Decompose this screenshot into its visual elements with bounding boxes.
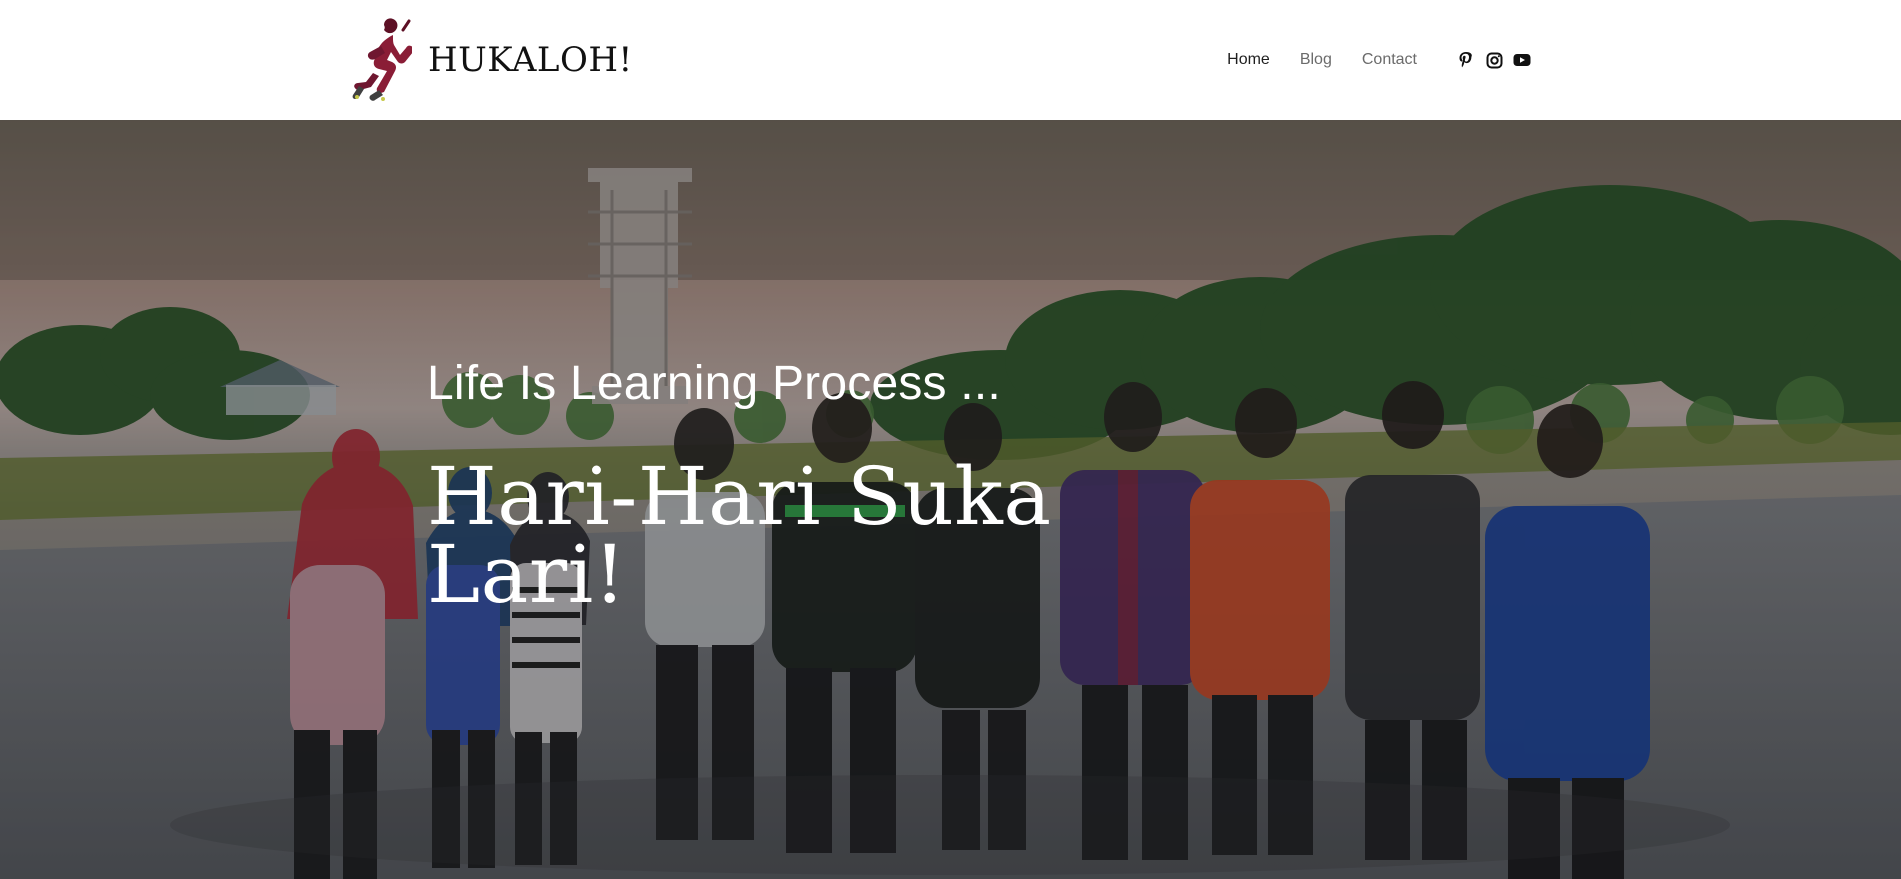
site-title: HUKALOH! [428,40,633,80]
nav-home-link[interactable]: Home [1227,52,1270,68]
navigation-area: Home Blog Contact [1227,51,1531,69]
header-inner: HUKALOH! Home Blog Contact [350,0,1531,120]
social-links [1457,51,1531,69]
hero-subtitle: Life Is Learning Process ... [427,357,1001,410]
runner-logo [352,18,412,101]
hero-title: Hari-Hari Suka Lari! [427,450,1052,622]
pinterest-icon[interactable] [1457,51,1475,69]
main-navigation: Home Blog Contact [1227,52,1417,68]
hero-text-block: Life Is Learning Process ... Hari-Hari S… [427,360,1127,615]
nav-contact-link[interactable]: Contact [1362,52,1417,68]
youtube-icon[interactable] [1513,51,1531,69]
nav-blog-link[interactable]: Blog [1300,52,1332,68]
site-header: HUKALOH! Home Blog Contact [0,0,1901,120]
hero-section: Life Is Learning Process ... Hari-Hari S… [0,120,1901,879]
instagram-icon[interactable] [1485,51,1503,69]
brand-link[interactable]: HUKALOH! [350,15,633,105]
